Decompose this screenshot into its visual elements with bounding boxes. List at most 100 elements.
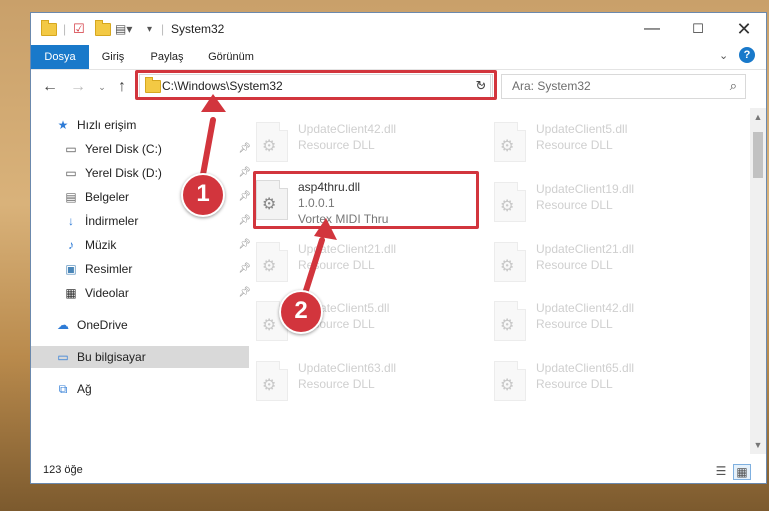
drive-icon: ▭ (65, 142, 77, 156)
file-name: UpdateClient42.dll (298, 122, 397, 136)
sidebar-item-label: Yerel Disk (C:) (85, 142, 162, 156)
list-item[interactable]: ⚙ UpdateClient63.dll Resource DLL (246, 355, 446, 411)
new-folder-icon[interactable] (95, 19, 111, 38)
gear-icon: ⚙ (500, 138, 515, 155)
navigation-bar: ← → ⌄ ↑ C:\Windows\System32 ⌄ ↻ Ara: Sys… (31, 70, 766, 104)
vertical-scrollbar[interactable]: ▲ ▼ (750, 108, 766, 454)
list-item[interactable]: ⚙ UpdateClient21.dll Resource DLL (246, 236, 446, 292)
sidebar-item-drive-c[interactable]: ▭ Yerel Disk (C:) 📌︎ (31, 138, 257, 160)
search-icon[interactable]: ⌕ (730, 78, 737, 94)
network-icon: ⧉ (58, 381, 68, 396)
step-2-badge: 2 (279, 290, 323, 334)
drive-icon: ▭ (65, 166, 77, 180)
gear-icon: ⚙ (262, 138, 277, 155)
expand-ribbon-icon[interactable]: ⌄ (719, 49, 728, 62)
properties-icon[interactable]: ☑ (73, 20, 85, 38)
help-icon[interactable]: ? (739, 47, 755, 63)
gear-icon: ⚙ (262, 377, 277, 394)
address-highlight (135, 70, 497, 100)
sidebar-item-label: Videolar (85, 286, 129, 300)
folder-icon (41, 19, 57, 38)
sidebar-item-onedrive[interactable]: ☁ OneDrive (31, 314, 249, 336)
file-type: Resource DLL (298, 377, 375, 391)
file-type: Resource DLL (536, 377, 613, 391)
gear-icon: ⚙ (500, 317, 515, 334)
list-item[interactable]: ⚙ UpdateClient65.dll Resource DLL (484, 355, 684, 411)
sidebar-item-videos[interactable]: ▦ Videolar 📌︎ (31, 282, 257, 304)
file-list: ⚙ UpdateClient42.dll Resource DLL ⚙ asp4… (226, 108, 746, 448)
list-item[interactable]: ⚙ UpdateClient19.dll Resource DLL (484, 176, 684, 232)
step-1-badge: 1 (181, 173, 225, 217)
video-icon: ▦ (65, 286, 77, 300)
scroll-down-icon[interactable]: ▼ (750, 440, 766, 450)
sidebar-item-music[interactable]: ♪ Müzik 📌︎ (31, 234, 257, 256)
list-item[interactable]: ⚙ UpdateClient21.dll Resource DLL (484, 236, 684, 292)
gear-icon: ⚙ (262, 317, 277, 334)
file-explorer-window: | ☑ ▤▾ ▾ | System32 — ☐ ✕ Dosya Giriş Pa… (30, 12, 767, 484)
separator: | (161, 22, 165, 36)
sidebar-item-label: Ağ (77, 382, 92, 396)
file-name: UpdateClient65.dll (536, 361, 635, 375)
close-button[interactable]: ✕ (721, 13, 767, 45)
file-type: Resource DLL (298, 258, 375, 272)
separator: | (63, 22, 67, 36)
search-input[interactable]: Ara: System32 (512, 79, 591, 93)
customize-icon[interactable]: ▤▾ (115, 20, 132, 38)
list-item[interactable]: ⚙ UpdateClient42.dll Resource DLL (246, 116, 446, 172)
recent-locations-icon[interactable]: ⌄ (93, 78, 111, 96)
music-icon: ♪ (68, 238, 74, 252)
gear-icon: ⚙ (500, 198, 515, 215)
file-type: Resource DLL (536, 138, 613, 152)
scroll-up-icon[interactable]: ▲ (750, 112, 766, 122)
sidebar-item-downloads[interactable]: ↓ İndirmeler 📌︎ (31, 210, 257, 232)
star-icon: ★ (57, 118, 69, 132)
file-name: UpdateClient5.dll (536, 122, 628, 136)
scrollbar-thumb[interactable] (753, 132, 763, 178)
forward-button[interactable]: → (69, 78, 87, 96)
file-name: UpdateClient21.dll (298, 242, 397, 256)
search-box[interactable]: Ara: System32 ⌕ (501, 74, 746, 99)
gear-icon: ⚙ (500, 258, 515, 275)
file-highlight (253, 171, 479, 229)
file-type: Resource DLL (536, 317, 613, 331)
status-bar: 123 öğe ☰ ▦ (31, 461, 766, 483)
details-view-icon[interactable]: ☰ (713, 464, 729, 478)
maximize-button[interactable]: ☐ (675, 13, 721, 45)
list-item[interactable]: ⚙ UpdateClient42.dll Resource DLL (484, 295, 684, 351)
sidebar-item-label: Resimler (85, 262, 133, 276)
tab-share[interactable]: Paylaş (137, 45, 197, 69)
sidebar-item-label: İndirmeler (85, 214, 139, 228)
file-type: Resource DLL (298, 138, 375, 152)
tab-view[interactable]: Görünüm (197, 45, 265, 69)
minimize-button[interactable]: — (629, 13, 675, 45)
tab-file[interactable]: Dosya (31, 45, 89, 69)
tiles-view-icon[interactable]: ▦ (733, 464, 751, 480)
picture-icon: ▣ (65, 262, 77, 276)
sidebar-item-label: Yerel Disk (D:) (85, 166, 162, 180)
file-name: UpdateClient21.dll (536, 242, 635, 256)
back-button[interactable]: ← (41, 78, 59, 96)
up-button[interactable]: ↑ (113, 78, 131, 96)
sidebar-item-drive-d[interactable]: ▭ Yerel Disk (D:) 📌︎ (31, 162, 257, 184)
quick-access-dropdown-icon[interactable]: ▾ (147, 20, 152, 38)
sidebar-item-pictures[interactable]: ▣ Resimler 📌︎ (31, 258, 257, 280)
window-title: System32 (171, 22, 225, 36)
gear-icon: ⚙ (262, 258, 277, 275)
navigation-pane: ★ Hızlı erişim ▭ Yerel Disk (C:) 📌︎ ▭ Ye… (31, 108, 251, 448)
ribbon: Dosya Giriş Paylaş Görünüm ⌄ ? (31, 45, 766, 70)
sidebar-item-label: Belgeler (85, 190, 130, 204)
sidebar-item-network[interactable]: ⧉ Ağ (31, 378, 249, 400)
title-bar: | ☑ ▤▾ ▾ | System32 — ☐ ✕ (31, 13, 766, 45)
file-name: UpdateClient19.dll (536, 182, 635, 196)
tab-home[interactable]: Giriş (89, 45, 137, 69)
list-item[interactable]: ⚙ UpdateClient5.dll Resource DLL (246, 295, 446, 351)
sidebar-item-label: Müzik (85, 238, 117, 252)
sidebar-item-quick-access[interactable]: ★ Hızlı erişim (31, 114, 249, 136)
sidebar-item-label: Bu bilgisayar (77, 350, 146, 364)
list-item[interactable]: ⚙ UpdateClient5.dll Resource DLL (484, 116, 684, 172)
sidebar-item-this-pc[interactable]: ▭ Bu bilgisayar (31, 346, 249, 368)
file-type: Resource DLL (536, 198, 613, 212)
sidebar-item-label: Hızlı erişim (77, 118, 137, 132)
gear-icon: ⚙ (500, 377, 515, 394)
item-count: 123 öğe (43, 464, 83, 476)
